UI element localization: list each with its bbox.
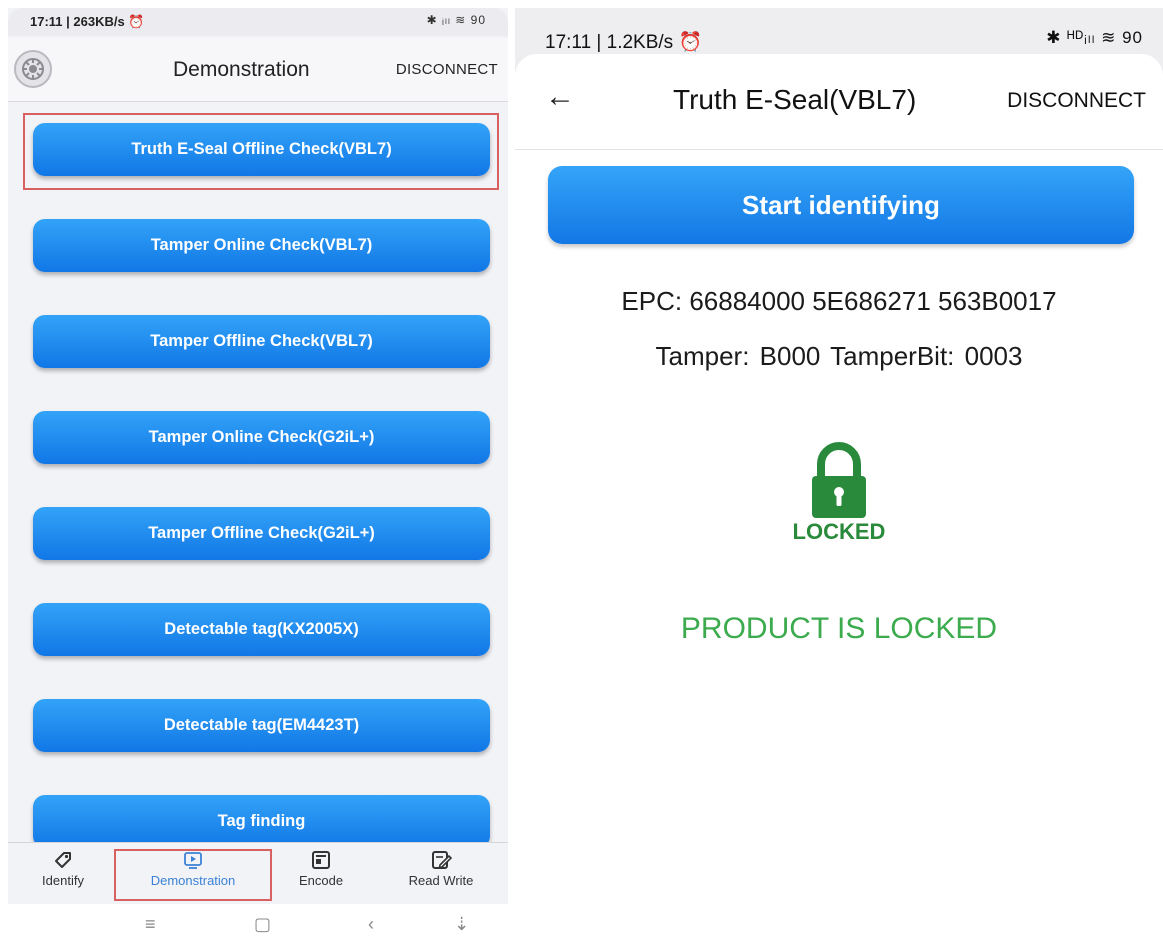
tag-icon: [55, 852, 71, 868]
gear-icon[interactable]: [14, 50, 52, 88]
status-time: 17:11 | 263KB/s ⏰: [30, 14, 145, 29]
menu-item-detectable-kx2005x[interactable]: Detectable tag(KX2005X): [33, 603, 490, 656]
epc-value: EPC: 66884000 5E686271 563B0017: [621, 286, 1057, 316]
tab-identify-label: Identify: [42, 873, 84, 888]
disconnect-button[interactable]: DISCONNECT: [396, 61, 498, 78]
status-bar: 17:11 | 263KB/s ⏰ ✱ ᵢₗₗ ≋ 90: [8, 8, 508, 36]
status-time: 17:11 | 1.2KB/s ⏰: [545, 32, 703, 53]
menu-item-tamper-offline-g2il[interactable]: Tamper Offline Check(G2iL+): [33, 507, 490, 560]
app-header: ← Truth E-Seal(VBL7) DISCONNECT: [515, 54, 1163, 150]
left-phone-screen: 17:11 | 263KB/s ⏰ ✱ ᵢₗₗ ≋ 90 Demonstrati…: [8, 8, 508, 943]
menu-item-detectable-em4423t[interactable]: Detectable tag(EM4423T): [33, 699, 490, 752]
demo-menu-list: Truth E-Seal Offline Check(VBL7) Tamper …: [8, 102, 508, 848]
page-title: Truth E-Seal(VBL7): [673, 84, 917, 115]
gear-icon-svg: [22, 58, 44, 80]
tab-demonstration-label: Demonstration: [150, 873, 236, 888]
keyboard-down-icon[interactable]: ⇣: [454, 914, 469, 935]
back-arrow-icon[interactable]: ←: [545, 80, 575, 114]
page-title: Demonstration: [173, 58, 310, 81]
tab-demonstration[interactable]: Demonstration: [138, 849, 248, 888]
lock-status: LOCKED: [784, 436, 894, 546]
edit-icon: [432, 851, 452, 869]
lock-icon: [812, 442, 866, 518]
tab-encode[interactable]: Encode: [266, 849, 376, 888]
home-icon[interactable]: ▢: [254, 914, 271, 935]
system-nav-bar: ≡ ▢ ‹ ⇣: [8, 904, 508, 943]
right-phone-screen: 17:11 | 1.2KB/s ⏰ ✱ ᴴᴰᵢₗₗ ≋ 90 ← Truth E…: [515, 8, 1163, 943]
status-icons: ✱ ᵢₗₗ ≋ 90: [426, 13, 486, 27]
status-icons: ✱ ᴴᴰᵢₗₗ ≋ 90: [1046, 28, 1143, 47]
app-header: Demonstration DISCONNECT: [8, 38, 508, 102]
tab-read-write-label: Read Write: [408, 873, 474, 888]
menu-item-tamper-online-g2il[interactable]: Tamper Online Check(G2iL+): [33, 411, 490, 464]
disconnect-button[interactable]: DISCONNECT: [1007, 89, 1146, 113]
tab-identify[interactable]: Identify: [8, 849, 118, 888]
play-icon: [184, 852, 202, 869]
menu-item-tag-finding[interactable]: Tag finding: [33, 795, 490, 848]
locked-label: LOCKED: [792, 519, 886, 544]
tab-read-write[interactable]: Read Write: [386, 849, 496, 888]
tamper-value: Tamper: B000 TamperBit: 0003: [655, 341, 1023, 371]
tab-encode-label: Encode: [298, 873, 344, 888]
menu-icon[interactable]: ≡: [145, 914, 156, 935]
product-status: PRODUCT IS LOCKED: [680, 612, 998, 645]
back-nav-icon[interactable]: ‹: [368, 914, 374, 935]
bottom-tab-bar: Identify Demonstration Encode Read Write: [8, 842, 508, 904]
menu-item-tamper-online-vbl7[interactable]: Tamper Online Check(VBL7): [33, 219, 490, 272]
menu-item-truth-eseal-offline[interactable]: Truth E-Seal Offline Check(VBL7): [33, 123, 490, 176]
encode-icon: [312, 851, 330, 869]
menu-item-tamper-offline-vbl7[interactable]: Tamper Offline Check(VBL7): [33, 315, 490, 368]
start-identifying-button[interactable]: Start identifying: [548, 166, 1134, 244]
